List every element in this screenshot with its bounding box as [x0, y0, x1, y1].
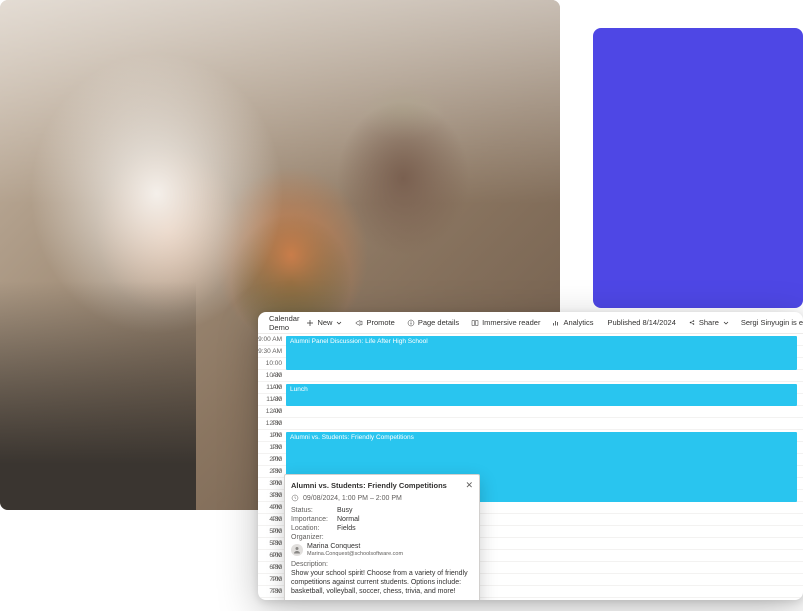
- organizer-avatar: [291, 544, 303, 556]
- organizer-card: Marina Conquest Marina.Conquest@schoolso…: [285, 542, 479, 558]
- page-title: Calendar Demo: [269, 314, 299, 332]
- time-slot: 9:00 AM: [258, 334, 286, 346]
- time-slot: 12:00 PM: [258, 406, 286, 418]
- clock-icon: [291, 494, 299, 502]
- time-slot: 2:00 PM: [258, 454, 286, 466]
- time-slot: 2:30 PM: [258, 466, 286, 478]
- toolbar: Calendar Demo New Promote Page details I…: [258, 312, 803, 334]
- share-label: Share: [699, 318, 719, 327]
- chevron-down-icon: [335, 319, 343, 327]
- status-value: Busy: [337, 507, 473, 514]
- calendar-app-window: Calendar Demo New Promote Page details I…: [258, 312, 803, 600]
- description-text: Show your school spirit! Choose from a v…: [291, 570, 473, 596]
- info-icon: [407, 319, 415, 327]
- event-lunch[interactable]: Lunch: [286, 384, 797, 406]
- description-label: Description:: [291, 561, 473, 570]
- chart-icon: [552, 319, 560, 327]
- promote-button[interactable]: Promote: [350, 318, 399, 327]
- time-slot: 12:30 PM: [258, 418, 286, 430]
- status-label: Status:: [291, 507, 337, 514]
- location-label: Location:: [291, 525, 337, 532]
- time-slot: 4:30 PM: [258, 514, 286, 526]
- editing-status: Sergi Sinyugin is editing this page: [739, 318, 803, 327]
- chevron-down-icon: [722, 319, 730, 327]
- page-details-button[interactable]: Page details: [402, 318, 464, 327]
- share-icon: [688, 319, 696, 327]
- time-slot: 10:30 AM: [258, 370, 286, 382]
- share-button[interactable]: Share: [683, 318, 735, 327]
- published-status: Published 8/14/2024: [602, 318, 680, 327]
- time-slot: 10:00 AM: [258, 358, 286, 370]
- time-slot: 3:00 PM: [258, 478, 286, 490]
- book-icon: [471, 319, 479, 327]
- organizer-label: Organizer:: [291, 534, 337, 541]
- immersive-reader-label: Immersive reader: [482, 318, 540, 327]
- time-slot: 6:00 PM: [258, 550, 286, 562]
- megaphone-icon: [355, 319, 363, 327]
- time-slot: 9:30 AM: [258, 346, 286, 358]
- page-details-label: Page details: [418, 318, 459, 327]
- time-slot: 7:30 PM: [258, 586, 286, 598]
- time-slot: 4:00 PM: [258, 502, 286, 514]
- location-value: Fields: [337, 525, 473, 532]
- plus-icon: [306, 319, 314, 327]
- analytics-button[interactable]: Analytics: [547, 318, 598, 327]
- time-slot: 6:30 PM: [258, 562, 286, 574]
- time-slot: 1:30 PM: [258, 442, 286, 454]
- importance-label: Importance:: [291, 516, 337, 523]
- time-slot: 11:30 AM: [258, 394, 286, 406]
- decorative-purple-block: [593, 28, 803, 308]
- promote-label: Promote: [366, 318, 394, 327]
- time-slot: 5:00 PM: [258, 526, 286, 538]
- analytics-label: Analytics: [563, 318, 593, 327]
- event-alumni-panel[interactable]: Alumni Panel Discussion: Life After High…: [286, 336, 797, 370]
- new-label: New: [317, 318, 332, 327]
- person-icon: [293, 546, 301, 554]
- popup-datetime: 09/08/2024, 1:00 PM – 2:00 PM: [285, 494, 479, 506]
- organizer-name: Marina Conquest: [307, 543, 403, 551]
- immersive-reader-button[interactable]: Immersive reader: [466, 318, 545, 327]
- popup-datetime-text: 09/08/2024, 1:00 PM – 2:00 PM: [303, 495, 402, 502]
- time-slot: 5:30 PM: [258, 538, 286, 550]
- close-icon[interactable]: ✕: [465, 480, 473, 491]
- time-slot: 7:00 PM: [258, 574, 286, 586]
- importance-value: Normal: [337, 516, 473, 523]
- popup-title: Alumni vs. Students: Friendly Competitio…: [291, 481, 461, 490]
- time-slot: 11:00 AM: [258, 382, 286, 394]
- organizer-email: Marina.Conquest@schoolsoftware.com: [307, 551, 403, 557]
- new-button[interactable]: New: [301, 318, 348, 327]
- event-detail-popup: Alumni vs. Students: Friendly Competitio…: [284, 474, 480, 600]
- time-slot: 1:00 PM: [258, 430, 286, 442]
- time-slot: 3:30 PM: [258, 490, 286, 502]
- time-axis: 9:00 AM 9:30 AM 10:00 AM 10:30 AM 11:00 …: [258, 334, 286, 600]
